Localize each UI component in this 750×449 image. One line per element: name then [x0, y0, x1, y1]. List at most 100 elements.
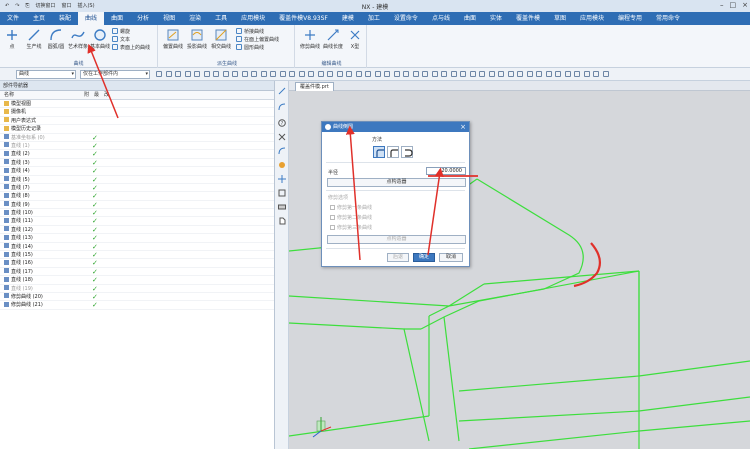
snap-option-icon[interactable]	[194, 71, 200, 77]
snap-option-icon[interactable]	[460, 71, 466, 77]
trim-third-curve-checkbox[interactable]: 修剪第三条曲线	[330, 224, 372, 231]
tab-0[interactable]: 文件	[0, 12, 26, 25]
column-attached[interactable]: 附	[84, 91, 89, 100]
tab-7[interactable]: 渲染	[182, 12, 208, 25]
snap-option-icon[interactable]	[213, 71, 219, 77]
trim-second-curve-checkbox[interactable]: 修剪第二条曲线	[330, 214, 372, 221]
table-row[interactable]: 模型历史记录	[0, 125, 274, 134]
snap-option-icon[interactable]	[308, 71, 314, 77]
snap-option-icon[interactable]	[403, 71, 409, 77]
basic-curve-button[interactable]: 基本曲线	[90, 28, 110, 50]
table-row[interactable]: 模型视图	[0, 100, 274, 109]
snap-option-icon[interactable]	[270, 71, 276, 77]
snap-option-icon[interactable]	[355, 71, 362, 77]
snap-option-icon[interactable]	[222, 71, 229, 77]
method-simple-fillet-button[interactable]	[373, 146, 385, 158]
snap-option-icon[interactable]	[336, 71, 343, 77]
trim-curve-button[interactable]: 修剪曲线	[300, 28, 320, 50]
bridge-curve-button[interactable]: 桥接曲线	[236, 28, 264, 35]
curve-tool-icon[interactable]	[278, 147, 286, 155]
column-modified[interactable]: 改	[104, 91, 109, 100]
snap-option-icon[interactable]	[412, 71, 419, 77]
table-row[interactable]: 直线 (12) ✓	[0, 226, 274, 235]
assembly-navigator-icon[interactable]	[278, 87, 286, 95]
snap-option-icon[interactable]	[327, 71, 333, 77]
snap-option-icon[interactable]	[498, 71, 504, 77]
helix-button[interactable]: 螺旋	[112, 28, 130, 35]
close-icon[interactable]: ×	[742, 1, 748, 9]
table-row[interactable]: 修剪曲线 (21) ✓	[0, 301, 274, 310]
snap-option-icon[interactable]	[298, 71, 305, 77]
tab-17[interactable]: 覆盖件模	[509, 12, 547, 25]
scope-filter-combo[interactable]: 仅在工作部件内	[80, 70, 150, 79]
table-row[interactable]: 直线 (19) ✓	[0, 285, 274, 293]
tab-9[interactable]: 应用模块	[234, 12, 272, 25]
snap-option-icon[interactable]	[450, 71, 457, 77]
snap-option-icon[interactable]	[564, 71, 571, 77]
snap-option-icon[interactable]	[232, 71, 238, 77]
tab-5[interactable]: 分析	[130, 12, 156, 25]
table-row[interactable]: 直线 (3) ✓	[0, 159, 274, 168]
table-row[interactable]: 直线 (9) ✓	[0, 201, 274, 210]
type-filter-combo[interactable]: 曲线	[16, 70, 76, 79]
tab-21[interactable]: 常用命令	[649, 12, 687, 25]
tab-8[interactable]: 工具	[208, 12, 234, 25]
x-form-button[interactable]: X型	[345, 28, 365, 50]
snap-option-icon[interactable]	[241, 71, 248, 77]
history-icon[interactable]	[278, 133, 286, 141]
snap-option-icon[interactable]	[289, 71, 295, 77]
circular-curve-button[interactable]: 圆形曲线	[236, 44, 264, 51]
point-constructor-button[interactable]: 点构造器	[327, 178, 466, 187]
web-browser-icon[interactable]	[278, 203, 286, 211]
snap-option-icon[interactable]	[555, 71, 561, 77]
table-row[interactable]: 直线 (15) ✓	[0, 251, 274, 260]
close-icon[interactable]: ×	[460, 122, 466, 132]
tab-11[interactable]: 建模	[335, 12, 361, 25]
minimize-icon[interactable]: –	[720, 1, 724, 9]
maximize-icon[interactable]: □	[730, 1, 737, 9]
document-icon[interactable]	[278, 217, 286, 225]
table-row[interactable]: 直线 (13) ✓	[0, 234, 274, 243]
project-curve-button[interactable]: 投影曲线	[187, 28, 207, 50]
radius-input[interactable]: 20.0000	[426, 167, 466, 175]
tab-12[interactable]: 加工	[361, 12, 387, 25]
snap-option-icon[interactable]	[175, 71, 181, 77]
ok-button[interactable]: 确定	[413, 253, 435, 262]
method-two-curve-fillet-button[interactable]	[387, 146, 399, 158]
snap-option-icon[interactable]	[583, 71, 590, 77]
method-three-curve-fillet-button[interactable]	[401, 146, 413, 158]
snap-option-icon[interactable]	[365, 71, 371, 77]
snap-option-icon[interactable]	[469, 71, 476, 77]
table-row[interactable]: 直线 (8) ✓	[0, 192, 274, 201]
table-row[interactable]: 直线 (5) ✓	[0, 176, 274, 184]
snap-option-icon[interactable]	[441, 71, 447, 77]
snap-option-icon[interactable]	[602, 71, 609, 77]
snap-option-icon[interactable]	[184, 71, 191, 77]
snap-option-icon[interactable]	[346, 71, 352, 77]
snap-option-icon[interactable]	[279, 71, 286, 77]
snap-option-icon[interactable]	[156, 71, 162, 77]
table-row[interactable]: 直线 (2) ✓	[0, 150, 274, 159]
tab-15[interactable]: 曲面	[457, 12, 483, 25]
palette-icon[interactable]	[278, 161, 286, 169]
table-row[interactable]: 直线 (16) ✓	[0, 259, 274, 268]
tab-3[interactable]: 曲线	[78, 12, 105, 25]
snap-option-icon[interactable]	[574, 71, 580, 77]
snap-option-icon[interactable]	[422, 71, 428, 77]
select-constructor-button[interactable]: 点构造器	[327, 235, 466, 244]
tab-1[interactable]: 主页	[26, 12, 52, 25]
snap-option-icon[interactable]	[317, 71, 324, 77]
tab-20[interactable]: 编程专用	[611, 12, 649, 25]
intersection-curve-button[interactable]: 相交曲线	[211, 28, 231, 50]
offset-in-face-button[interactable]: 在面上偏置曲线	[236, 36, 279, 43]
snap-option-icon[interactable]	[260, 71, 267, 77]
move-icon[interactable]	[278, 175, 286, 183]
tab-6[interactable]: 视图	[156, 12, 182, 25]
table-row[interactable]: 修剪曲线 (20) ✓	[0, 293, 274, 302]
table-row[interactable]: 直线 (4) ✓	[0, 167, 274, 176]
snap-option-icon[interactable]	[203, 71, 210, 77]
trim-first-curve-checkbox[interactable]: 修剪第一条曲线	[330, 204, 372, 211]
tab-19[interactable]: 应用模块	[573, 12, 611, 25]
document-tab-active[interactable]: 覆盖件模.prt	[295, 82, 334, 91]
tab-16[interactable]: 实体	[483, 12, 509, 25]
